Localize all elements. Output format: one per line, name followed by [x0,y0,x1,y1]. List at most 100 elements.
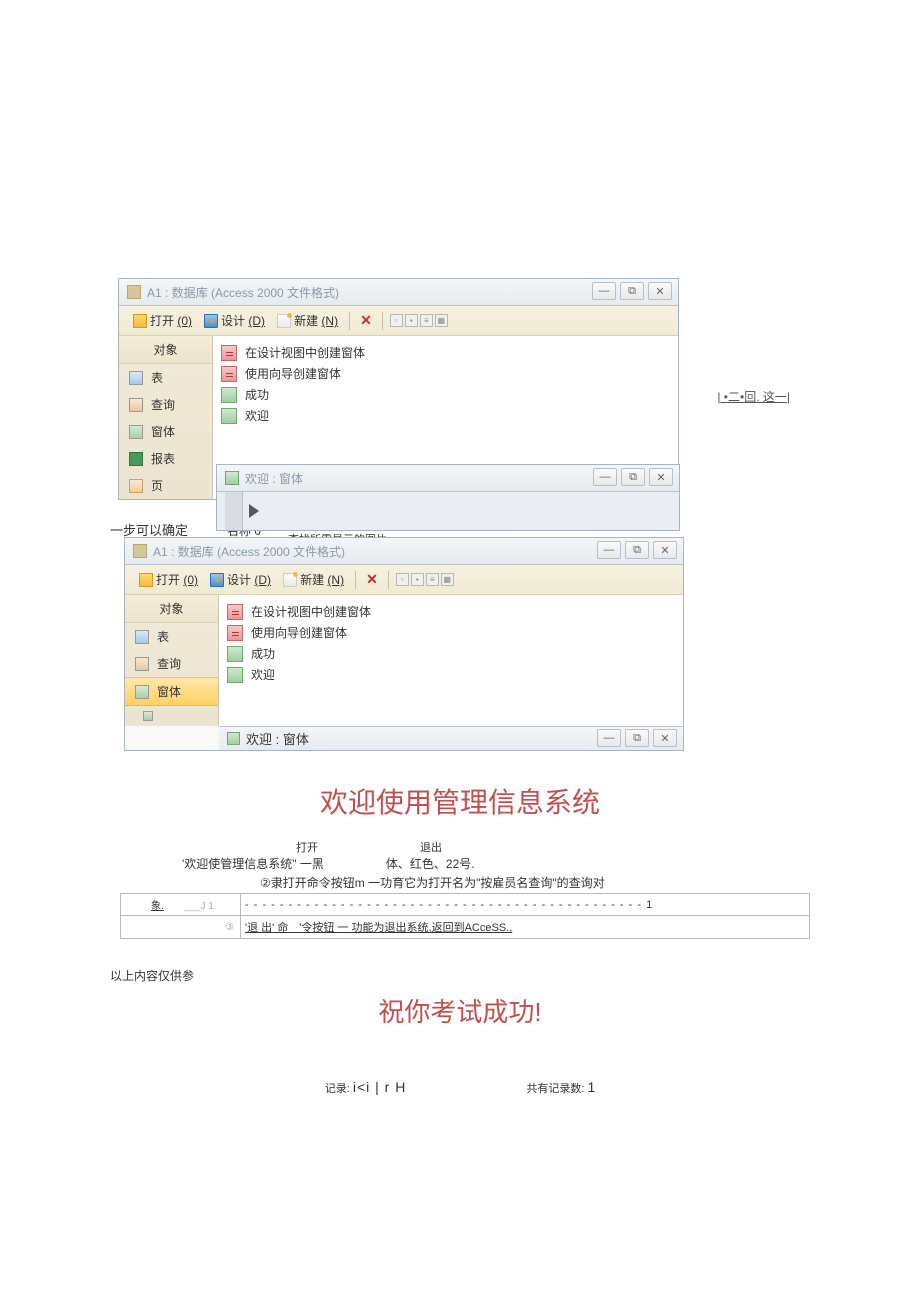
page-icon [129,479,143,493]
toolbar-delete-icon[interactable]: ✕ [363,571,381,588]
query-icon [135,657,149,671]
window-controls: — ⧉ ✕ [597,541,677,559]
toolbar-separator [388,571,389,589]
create-design-icon [227,604,243,620]
close-button[interactable]: ✕ [653,541,677,559]
db-list: 在设计视图中创建窗体 使用向导创建窗体 成功 欢迎 [219,595,683,726]
sidebar-item-form[interactable]: 窗体 [125,677,218,706]
table-icon [135,630,149,644]
record-count: 共有记录数: 1 [526,1079,595,1096]
db-toolbar: 打开 (0) 设计 (D) 新建 (N) ✕ ▫ ▪ ≡ ▦ [119,306,678,336]
form-window-huanying: 欢迎 : 窗体 — ⧉ ✕ [216,464,680,531]
maximize-button[interactable]: ⧉ [625,729,649,747]
close-button[interactable]: ✕ [649,468,673,486]
toolbar-view-icons: ▫ ▪ ≡ ▦ [390,314,448,327]
record-selector-icon[interactable] [249,504,263,518]
db-icon [127,285,141,299]
toolbar-delete-icon[interactable]: ✕ [357,312,375,329]
form-icon [129,425,143,439]
db-title-text: A1 : 数据库 (Access 2000 文件格式) [147,284,339,301]
form-titlebar[interactable]: 欢迎 : 窗体 — ⧉ ✕ [217,465,679,492]
nested-form-titlebar[interactable]: 欢迎 : 窗体 — ⧉ ✕ [219,726,683,750]
list-item-create-wizard[interactable]: 使用向导创建窗体 [221,363,670,384]
row2-left: '欢迎使管理信息系统" 一黑 [182,855,324,872]
create-wizard-icon [227,625,243,641]
view-icon-3[interactable]: ≡ [420,314,433,327]
sidebar-item-sub[interactable] [125,706,218,726]
toolbar-open[interactable]: 打开 (0) [135,569,202,590]
sidebar-item-table[interactable]: 表 [125,623,218,650]
minimize-button[interactable]: — [593,468,617,486]
sidebar-item-query[interactable]: 查询 [125,650,218,677]
sidebar-item-table[interactable]: 表 [119,364,212,391]
list-item-chenggong[interactable]: 成功 [221,384,670,405]
toolbar-new[interactable]: 新建 (N) [273,310,342,331]
db-title-text: A1 : 数据库 (Access 2000 文件格式) [153,543,345,560]
toolbar-view-icons: ▫ ▪ ≡ ▦ [396,573,454,586]
label-exit: 退出 [420,839,442,855]
open-icon [139,573,153,587]
view-icon-2[interactable]: ▪ [405,314,418,327]
db-body: 对象 表 查询 窗体 在设计视图中创建窗体 使用向导创建窗体 成功 欢迎 [125,595,683,726]
window-controls: — ⧉ ✕ [593,468,673,486]
maximize-button[interactable]: ⧉ [620,282,644,300]
toolbar-new[interactable]: 新建 (N) [279,569,348,590]
new-icon [283,573,297,587]
close-button[interactable]: ✕ [648,282,672,300]
minimize-button[interactable]: — [597,541,621,559]
view-icon-4[interactable]: ▦ [435,314,448,327]
list-item-create-wizard[interactable]: 使用向导创建窗体 [227,622,675,643]
sidebar-item-form[interactable]: 窗体 [119,418,212,445]
view-icon-4[interactable]: ▦ [441,573,454,586]
sidebar-item-report[interactable]: 报表 [119,445,212,472]
record-nav-buttons[interactable]: i<i | r H [353,1079,406,1095]
top-link-text: | •二•回. 这一| [717,388,790,405]
minimize-button[interactable]: — [597,729,621,747]
window-controls: — ⧉ ✕ [597,729,677,747]
db-window-2: A1 : 数据库 (Access 2000 文件格式) — ⧉ ✕ 打开 (0)… [124,537,684,751]
maximize-button[interactable]: ⧉ [625,541,649,559]
list-item-create-design[interactable]: 在设计视图中创建窗体 [227,601,675,622]
bottom-table: 象. ___J 1 - - - - - - - - - - - - - - - … [120,893,810,939]
toolbar-design[interactable]: 设计 (D) [206,569,275,590]
db-titlebar-2[interactable]: A1 : 数据库 (Access 2000 文件格式) — ⧉ ✕ [125,538,683,565]
query-icon [129,398,143,412]
form-item-icon [221,408,237,424]
view-icon-3[interactable]: ≡ [426,573,439,586]
toolbar-separator [355,571,356,589]
list-item-huanying[interactable]: 欢迎 [221,405,670,426]
create-wizard-icon [221,366,237,382]
table-row: ③ '退 出' 命 '令按钮 一 功能为退出系统,返回到ACceSS., [121,916,810,939]
view-icon-2[interactable]: ▪ [411,573,424,586]
sidebar-item-page[interactable]: 页 [119,472,212,499]
toolbar-design[interactable]: 设计 (D) [200,310,269,331]
form-item-icon [227,667,243,683]
row3-text-b: 它为打开名为"按雇员名查询"的查询对 [404,874,605,891]
maximize-button[interactable]: ⧉ [621,468,645,486]
sidebar-header: 对象 [125,595,218,623]
view-icon-1[interactable]: ▫ [396,573,409,586]
toolbar-open[interactable]: 打开 (0) [129,310,196,331]
sidebar-item-query[interactable]: 查询 [119,391,212,418]
label-open: 打开 [296,839,318,855]
list-item-chenggong[interactable]: 成功 [227,643,675,664]
row3-text-a: 隶打开命令按钮m 一功育 [271,874,404,891]
form-item-icon [227,646,243,662]
heading-welcome-mis: 欢迎使用管理信息系统 [0,781,920,821]
open-icon [133,314,147,328]
db-sidebar: 对象 表 查询 窗体 报表 页 [119,336,213,499]
form-ruler [225,492,243,530]
sidebar-header: 对象 [119,336,212,364]
list-item-create-design[interactable]: 在设计视图中创建窗体 [221,342,670,363]
record-nav: 记录: i<i | r H [325,1079,407,1096]
footer-note: 以上内容仅供参 [110,967,920,984]
db-titlebar-1[interactable]: A1 : 数据库 (Access 2000 文件格式) — ⧉ ✕ [119,279,678,306]
form-title-icon [227,732,240,745]
db-sidebar: 对象 表 查询 窗体 [125,595,219,726]
design-icon [210,573,224,587]
list-item-huanying[interactable]: 欢迎 [227,664,675,685]
nested-form-title: 欢迎 : 窗体 [246,729,309,748]
close-button[interactable]: ✕ [653,729,677,747]
view-icon-1[interactable]: ▫ [390,314,403,327]
minimize-button[interactable]: — [592,282,616,300]
